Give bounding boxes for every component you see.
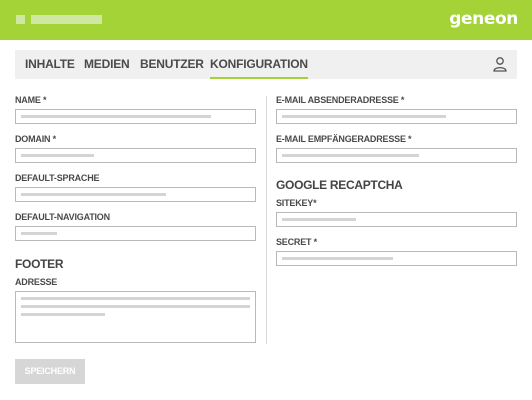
top-bar: geneon: [0, 0, 532, 40]
app-icon-placeholder: [16, 15, 25, 24]
domain-value-placeholder: [21, 154, 94, 157]
sender-email-input[interactable]: [276, 109, 517, 124]
recaptcha-heading: GOOGLE RECAPTCHA: [276, 178, 403, 192]
geneon-logo: geneon: [449, 9, 518, 29]
main-nav: INHALTE MEDIEN BENUTZER KONFIGURATION: [15, 50, 517, 79]
secret-input[interactable]: [276, 251, 517, 266]
name-input[interactable]: [15, 109, 256, 124]
name-label: NAME *: [15, 95, 47, 105]
recipient-email-input[interactable]: [276, 148, 517, 163]
address-line-placeholder: [21, 305, 250, 308]
footer-heading: FOOTER: [15, 257, 64, 271]
address-label: ADRESSE: [15, 277, 58, 287]
tab-konfiguration[interactable]: KONFIGURATION: [210, 57, 308, 79]
sitekey-label: SITEKEY*: [276, 198, 317, 208]
tab-benutzer[interactable]: BENUTZER: [140, 57, 204, 71]
save-button[interactable]: SPEICHERN: [15, 359, 85, 384]
domain-label: DOMAIN *: [15, 134, 56, 144]
recipient-email-label: E-MAIL EMPFÄNGERADRESSE *: [276, 134, 412, 144]
sitekey-input[interactable]: [276, 212, 517, 227]
address-line-placeholder: [21, 313, 105, 316]
tab-medien[interactable]: MEDIEN: [84, 57, 130, 71]
sender-email-label: E-MAIL ABSENDERADRESSE *: [276, 95, 405, 105]
app-title-placeholder: [31, 15, 102, 24]
secret-label: SECRET *: [276, 237, 317, 247]
user-icon[interactable]: [492, 56, 508, 72]
recipient-email-value-placeholder: [282, 154, 419, 157]
address-line-placeholder: [21, 297, 250, 300]
default-language-label: DEFAULT-SPRACHE: [15, 173, 100, 183]
default-language-value-placeholder: [21, 193, 166, 196]
name-value-placeholder: [21, 115, 211, 118]
tab-inhalte[interactable]: INHALTE: [25, 57, 75, 71]
column-divider: [266, 96, 267, 344]
secret-value-placeholder: [282, 257, 393, 260]
default-navigation-value-placeholder: [21, 232, 57, 235]
default-navigation-label: DEFAULT-NAVIGATION: [15, 212, 110, 222]
address-textarea[interactable]: [15, 291, 256, 343]
domain-input[interactable]: [15, 148, 256, 163]
default-language-input[interactable]: [15, 187, 256, 202]
sender-email-value-placeholder: [282, 115, 446, 118]
sitekey-value-placeholder: [282, 218, 356, 221]
default-navigation-input[interactable]: [15, 226, 256, 241]
